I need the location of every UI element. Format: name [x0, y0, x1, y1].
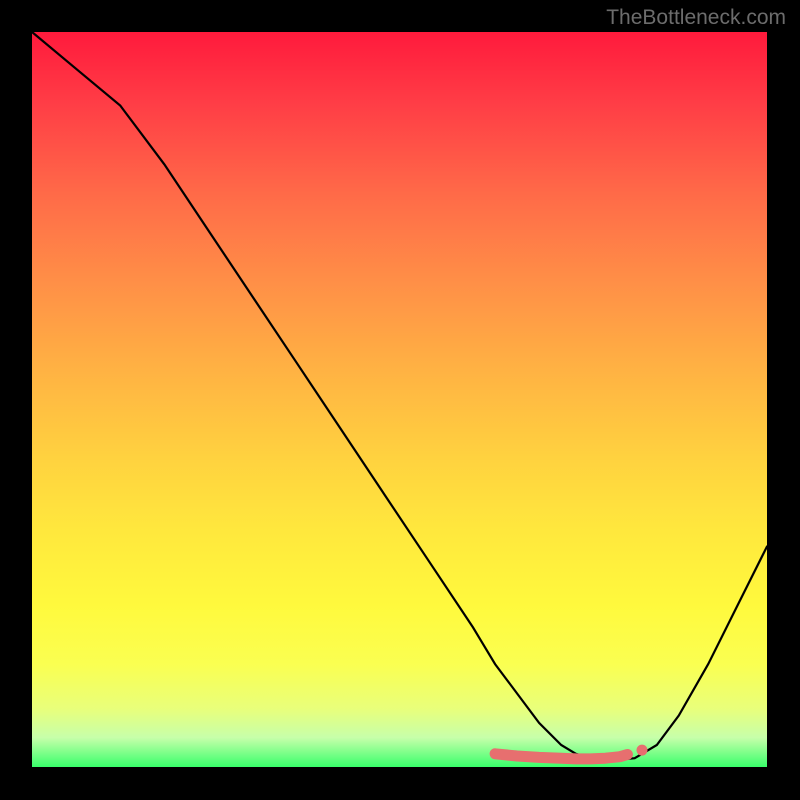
chart-plot-area	[32, 32, 767, 767]
optimal-highlight	[495, 754, 627, 759]
curve-path	[32, 32, 767, 760]
optimal-dot	[637, 745, 648, 756]
bottleneck-curve	[32, 32, 767, 767]
watermark-text: TheBottleneck.com	[606, 6, 786, 30]
